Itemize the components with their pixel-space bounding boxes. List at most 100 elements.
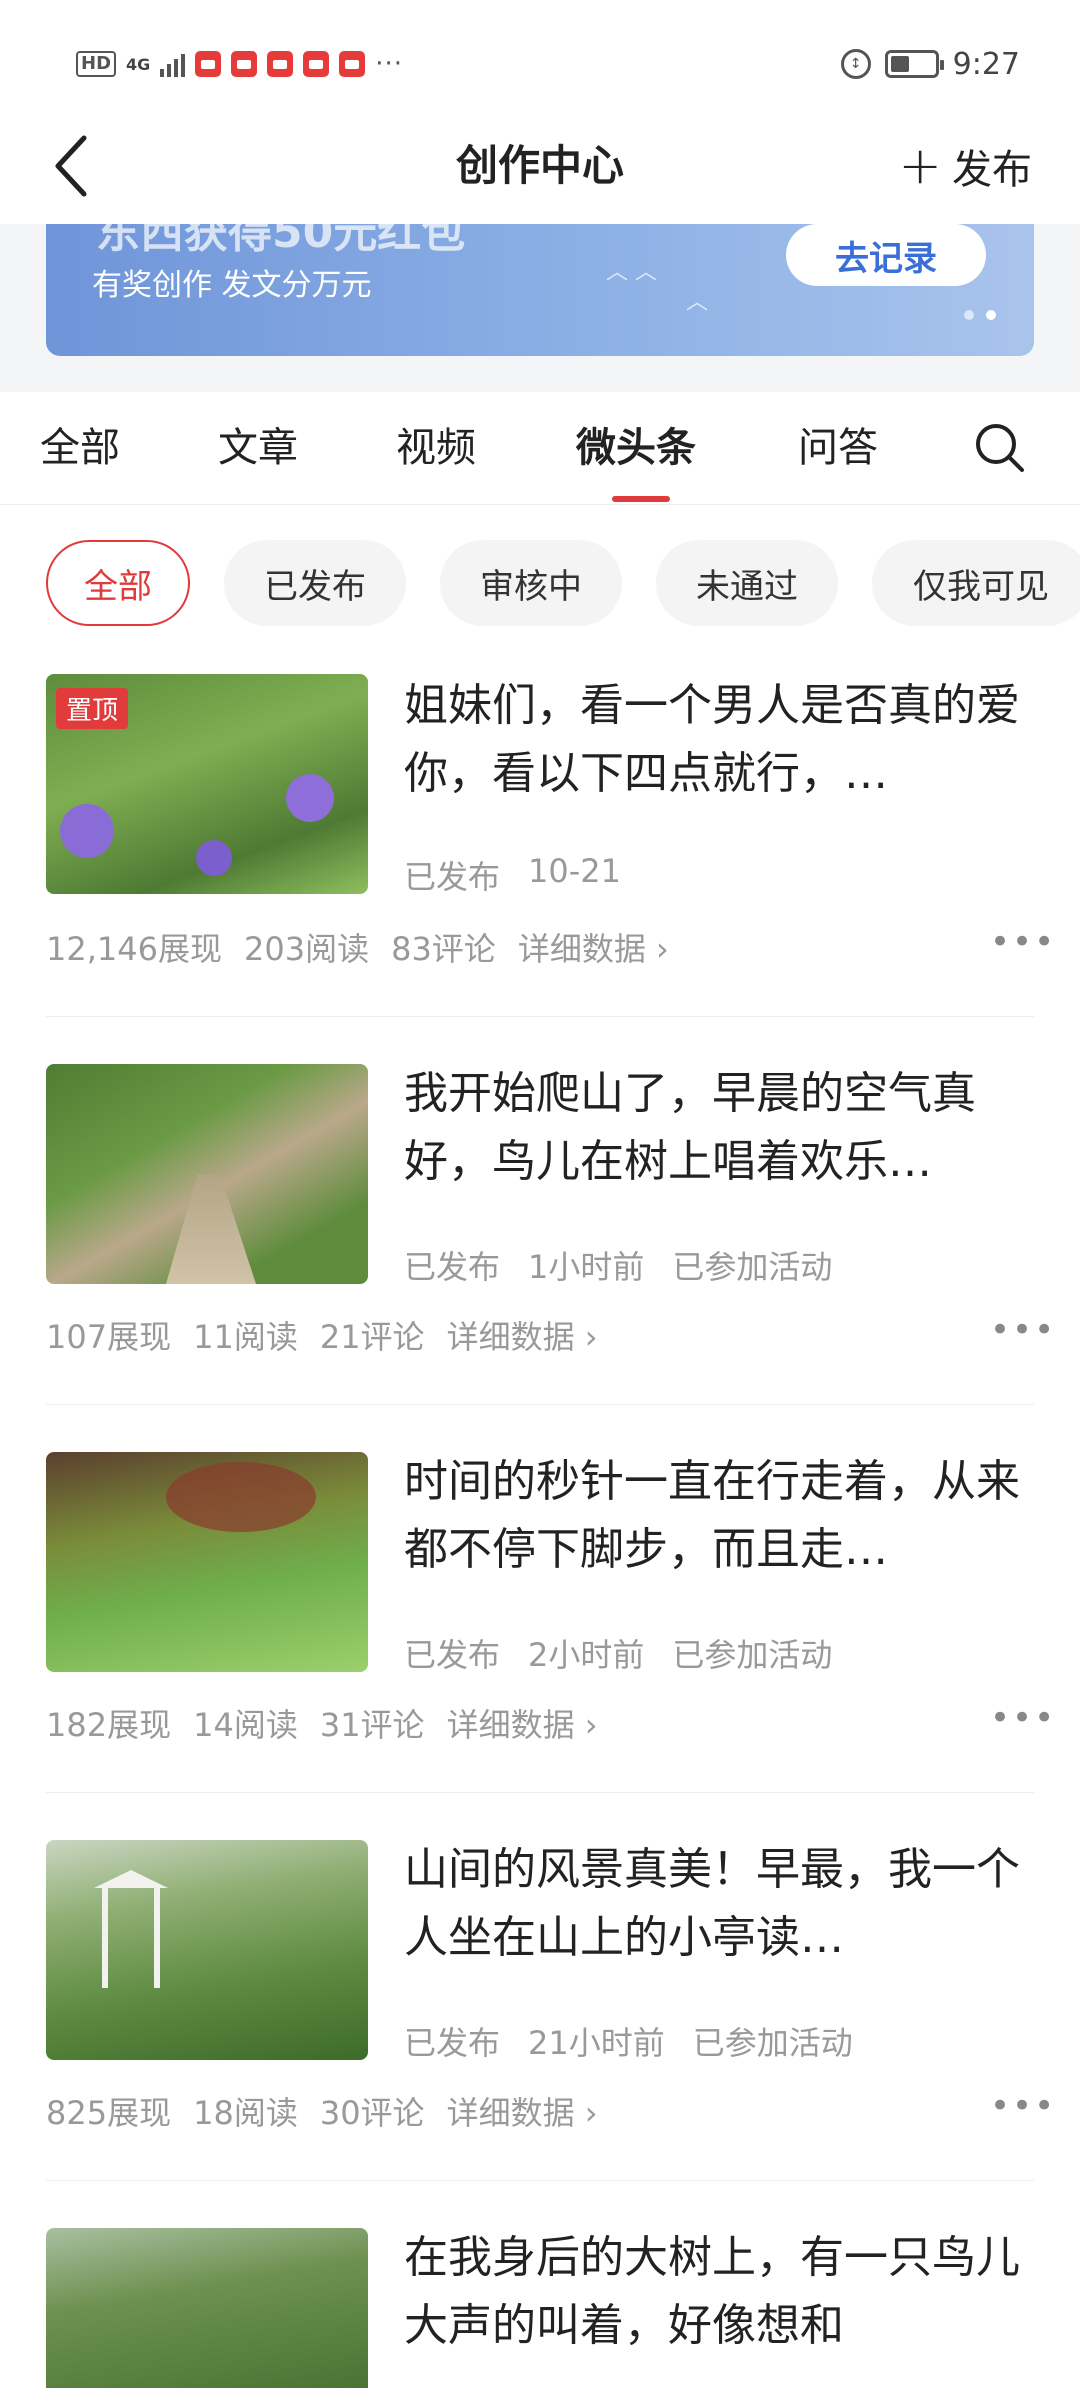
pagination-dot: [964, 310, 974, 320]
views-count: 182展现: [46, 1706, 172, 1744]
filter-published[interactable]: 已发布: [224, 540, 406, 626]
hd-indicator: HD: [76, 51, 117, 77]
data-saver-icon: ↕: [840, 49, 871, 79]
banner-subtitle: 有奖创作 发文分万元: [92, 268, 372, 303]
status-bar: HD 4G ··· ↕ 9:27: [0, 0, 1080, 120]
bird-decoration-icon: ︿: [686, 290, 709, 315]
publish-label: 发布: [952, 147, 1032, 193]
article-thumbnail[interactable]: 置顶: [46, 674, 368, 894]
flower-decoration: [286, 774, 334, 822]
comments-count: 83评论: [391, 930, 496, 968]
article-thumbnail[interactable]: [46, 1064, 368, 1284]
bird-decoration-icon: ︿ ︿: [606, 260, 657, 285]
article-status: 已发布: [404, 2024, 501, 2062]
clock: 9:27: [952, 46, 1020, 82]
article-time: 1小时前: [528, 1248, 645, 1286]
status-right: ↕ 9:27: [840, 42, 1020, 86]
article-time: 2小时前: [528, 1636, 645, 1674]
detail-data-link[interactable]: 详细数据 ›: [518, 924, 669, 970]
detail-data-label: 详细数据: [446, 1706, 575, 1744]
detail-data-label: 详细数据: [446, 1318, 575, 1356]
detail-data-label: 详细数据: [517, 930, 646, 968]
article-time: 10-21: [528, 852, 621, 890]
reads-count: 11阅读: [193, 1318, 298, 1356]
divider: [46, 2180, 1034, 2181]
battery-icon: [884, 50, 944, 78]
article-thumbnail[interactable]: [46, 1452, 368, 1672]
views-count: 825展现: [46, 2094, 172, 2132]
flower-decoration: [60, 804, 114, 858]
chevron-right-icon: ›: [656, 930, 669, 968]
comments-count: 21评论: [319, 1318, 425, 1356]
chevron-right-icon: ›: [584, 1706, 598, 1744]
article-status: 已发布: [404, 1636, 501, 1674]
article-title[interactable]: 姐妹们，看一个男人是否真的爱你，看以下四点就行，…: [404, 672, 1034, 808]
article-title[interactable]: 我开始爬山了，早晨的空气真好，鸟儿在树上唱着欢乐…: [404, 1060, 1034, 1196]
pavilion-roof-decoration: [94, 1870, 168, 1888]
status-left: HD 4G ···: [76, 44, 403, 84]
reads-count: 14阅读: [193, 1706, 298, 1744]
divider: [46, 1404, 1034, 1405]
comments-count: 30评论: [319, 2094, 425, 2132]
pinned-badge: 置顶: [56, 688, 129, 729]
network-label: 4G: [126, 54, 151, 74]
tab-articles[interactable]: 文章: [218, 422, 298, 474]
article-title[interactable]: 时间的秒针一直在行走着，从来都不停下脚步，而且走…: [404, 1448, 1034, 1584]
comments-count: 31评论: [319, 1706, 425, 1744]
article-meta: 已发布 10-21: [404, 852, 621, 898]
notification-icon: [339, 51, 366, 77]
article-meta: 已发布 21小时前 已参加活动: [404, 2018, 853, 2064]
article-stats: 182展现 14阅读 31评论 详细数据 ›: [46, 1700, 598, 1746]
activity-label: 已参加活动: [672, 1248, 833, 1286]
divider: [46, 1016, 1034, 1017]
leaf-decoration: [166, 1462, 316, 1532]
activity-label: 已参加活动: [692, 2024, 853, 2062]
views-count: 12,146展现: [46, 930, 222, 968]
more-options-icon[interactable]: •••: [990, 1698, 1056, 1738]
filter-all[interactable]: 全部: [46, 540, 190, 626]
filter-rejected[interactable]: 未通过: [656, 540, 838, 626]
tab-all[interactable]: 全部: [40, 422, 120, 474]
article-title[interactable]: 在我身后的大树上，有一只鸟儿大声的叫着，好像想和: [404, 2224, 1034, 2388]
notification-icon: [231, 51, 258, 77]
article-thumbnail[interactable]: [46, 1840, 368, 2060]
views-count: 107展现: [46, 1318, 172, 1356]
chevron-right-icon: ›: [584, 1318, 598, 1356]
filter-private[interactable]: 仅我可见: [872, 540, 1080, 626]
more-options-icon[interactable]: •••: [990, 2086, 1056, 2126]
detail-data-link[interactable]: 详细数据 ›: [447, 1312, 598, 1358]
detail-data-label: 详细数据: [446, 2094, 575, 2132]
notification-icon: [267, 51, 294, 77]
flower-decoration: [196, 840, 232, 876]
banner-headline: 东西获得50元红包: [96, 224, 466, 258]
notification-icon: [195, 51, 222, 77]
article-stats: 107展现 11阅读 21评论 详细数据 ›: [46, 1312, 598, 1358]
promo-banner[interactable]: 东西获得50元红包 有奖创作 发文分万元 ︿ ︿ ︿ 去记录: [46, 224, 1034, 356]
activity-label: 已参加活动: [672, 1636, 833, 1674]
tab-videos[interactable]: 视频: [396, 422, 476, 474]
more-options-icon[interactable]: •••: [990, 922, 1056, 962]
article-thumbnail[interactable]: [46, 2228, 368, 2388]
notification-icon: [303, 51, 330, 77]
pagination-dot-active: [986, 310, 996, 320]
tab-micro-posts[interactable]: 微头条: [576, 422, 696, 474]
detail-data-link[interactable]: 详细数据 ›: [447, 2088, 598, 2134]
article-status: 已发布: [404, 858, 501, 896]
article-status: 已发布: [404, 1248, 501, 1286]
article-title[interactable]: 山间的风景真美！早最，我一个人坐在山上的小亭读…: [404, 1836, 1034, 1972]
tab-qa[interactable]: 问答: [798, 422, 878, 474]
reads-count: 18阅读: [193, 2094, 298, 2132]
category-tabs: 全部 文章 视频 微头条 问答: [0, 392, 1080, 505]
reads-count: 203阅读: [243, 930, 370, 968]
pavilion-decoration: [102, 1888, 160, 1988]
publish-button[interactable]: + 发布: [898, 128, 1032, 204]
article-meta: 已发布 2小时前 已参加活动: [404, 1630, 832, 1676]
more-options-icon[interactable]: •••: [990, 1310, 1056, 1350]
article-stats: 825展现 18阅读 30评论 详细数据 ›: [46, 2088, 598, 2134]
banner-record-button[interactable]: 去记录: [786, 224, 986, 286]
filter-reviewing[interactable]: 审核中: [440, 540, 622, 626]
article-time: 21小时前: [528, 2024, 665, 2062]
search-icon[interactable]: [972, 420, 1028, 476]
active-tab-indicator: [612, 496, 670, 502]
detail-data-link[interactable]: 详细数据 ›: [447, 1700, 598, 1746]
